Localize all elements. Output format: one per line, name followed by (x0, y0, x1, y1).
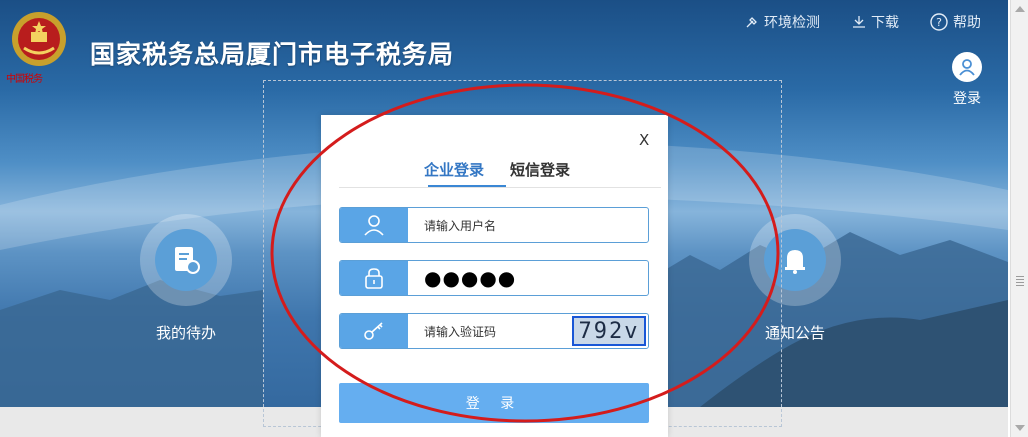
login-dialog: X 企业登录 短信登录 请输入用户名 ●●●●● 请输入验证码 792v 登 录 (321, 115, 668, 437)
env-check-icon (745, 15, 759, 29)
my-todo-tile[interactable]: 我的待办 (136, 214, 236, 343)
captcha-field[interactable]: 请输入验证码 792v (339, 313, 649, 349)
vertical-scrollbar[interactable] (1010, 0, 1028, 437)
user-avatar-icon (952, 52, 982, 82)
header-login-label: 登录 (953, 91, 981, 107)
help-label: 帮助 (953, 15, 981, 31)
user-icon (340, 208, 408, 242)
download-icon (852, 15, 866, 29)
scroll-grip-icon[interactable] (1016, 276, 1024, 286)
username-field[interactable]: 请输入用户名 (339, 207, 649, 243)
my-todo-ring (140, 214, 232, 306)
env-check-link[interactable]: 环境检测 (745, 12, 820, 32)
my-todo-label: 我的待办 (155, 324, 216, 342)
download-link[interactable]: 下载 (852, 12, 899, 32)
tab-sms-login[interactable]: 短信登录 (510, 159, 570, 180)
key-icon (340, 314, 408, 348)
close-button[interactable]: X (639, 131, 649, 149)
login-tabs: 企业登录 短信登录 (339, 159, 661, 188)
password-value[interactable]: ●●●●● (408, 261, 648, 295)
site-title: 国家税务总局厦门市电子税务局 (90, 40, 455, 69)
tab-enterprise-login[interactable]: 企业登录 (424, 159, 484, 180)
emblem-caption: 中国税务 (6, 74, 43, 85)
lock-icon (340, 261, 408, 295)
active-tab-indicator (428, 185, 506, 187)
todo-document-icon (155, 229, 217, 291)
password-field[interactable]: ●●●●● (339, 260, 649, 296)
svg-text:?: ? (936, 16, 942, 29)
scroll-up-arrow-icon[interactable] (1015, 6, 1025, 12)
help-icon: ? (930, 13, 948, 31)
scroll-down-arrow-icon[interactable] (1015, 425, 1025, 431)
env-check-label: 环境检测 (764, 15, 820, 31)
header-login-button[interactable]: 登录 (950, 52, 984, 108)
national-emblem-icon (12, 12, 66, 66)
captcha-image[interactable]: 792v (572, 316, 646, 346)
download-label: 下载 (871, 15, 899, 31)
username-placeholder[interactable]: 请输入用户名 (408, 208, 648, 242)
help-link[interactable]: ? 帮助 (930, 12, 981, 32)
login-submit-button[interactable]: 登 录 (339, 383, 649, 423)
